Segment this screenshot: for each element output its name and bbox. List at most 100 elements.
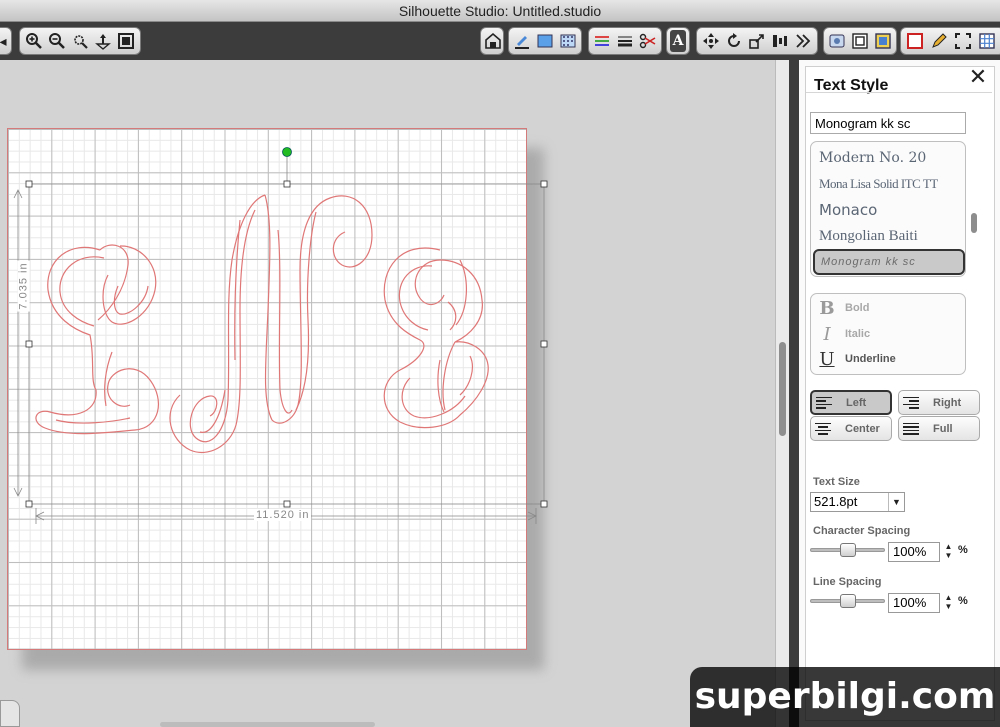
font-list-item-selected[interactable]: Monogram kk sc [813,249,965,275]
line-weight-icon[interactable] [615,30,636,52]
font-list[interactable]: Modern No. 20 Mona Lisa Solid ITC TT Mon… [810,141,966,277]
text-size-label: Text Size [813,476,860,488]
toolbar-group-text: A [666,27,690,55]
modify-icon[interactable] [827,30,848,52]
monogram-outline[interactable] [35,194,489,454]
offset-icon[interactable] [850,30,871,52]
toolbar-group-page [900,27,1000,55]
font-list-scrollbar[interactable] [970,141,979,277]
sketch-icon[interactable] [928,30,950,52]
toolbar-group-nav: ◂ [0,27,12,55]
page-tab[interactable] [0,700,20,727]
line-spacing-label: Line Spacing [813,576,882,588]
toolbar-group-fill [508,27,582,55]
rotate-icon[interactable] [723,30,744,52]
character-spacing-unit: % [958,544,968,556]
replicate-icon[interactable] [793,30,814,52]
zoom-in-icon[interactable] [23,30,44,52]
align-left-button[interactable]: Left [810,390,892,415]
line-color-icon[interactable] [512,30,533,52]
toolbar-group-transform [696,27,818,55]
grid-icon[interactable] [976,30,998,52]
resize-handle-tl[interactable] [25,180,33,188]
toolbar-group-zoom [19,27,141,55]
line-spacing-input[interactable]: 100% [888,593,940,613]
resize-handle-ml[interactable] [25,340,33,348]
toolbar-group-modify [823,27,897,55]
selection-box[interactable] [25,147,548,508]
character-spacing-stepper[interactable]: ▲ ▼ [944,542,953,562]
text-style-icon[interactable]: A [670,30,686,52]
resize-handle-tr[interactable] [540,180,548,188]
chevron-down-icon[interactable]: ▼ [888,493,904,511]
align-full-button[interactable]: Full [898,416,980,441]
character-spacing-input[interactable]: 100% [888,542,940,562]
resize-handle-tc[interactable] [283,180,291,188]
panel-divider [789,60,799,727]
back-arrow-icon[interactable]: ◂ [0,30,8,52]
toolbar-group-store [480,27,504,55]
align-full-icon [903,422,919,435]
font-list-scroll-thumb[interactable] [971,213,977,233]
align-right-button[interactable]: Right [898,390,980,415]
align-center-icon [815,422,831,435]
align-center-label: Center [845,422,880,435]
bold-label: Bold [845,302,870,314]
align-right-icon [903,396,919,409]
window-title: Silhouette Studio: Untitled.studio [398,3,602,19]
move-icon[interactable] [700,30,721,52]
align-right-label: Right [933,396,962,409]
resize-handle-bl[interactable] [25,500,33,508]
line-spacing-unit: % [958,595,968,607]
resize-handle-mr[interactable] [540,340,548,348]
font-list-item[interactable]: Mongolian Baiti [819,228,918,245]
page-setup-icon[interactable] [904,30,926,52]
canvas-horizontal-scrollbar[interactable] [160,722,375,727]
italic-icon: I [823,323,831,345]
font-search-input[interactable] [810,112,966,134]
canvas-vertical-scrollbar[interactable] [775,60,789,727]
resize-handle-br[interactable] [540,500,548,508]
close-panel-icon[interactable]: ✕ [967,66,989,88]
fill-color-icon[interactable] [535,30,556,52]
pan-icon[interactable] [93,30,114,52]
store-icon[interactable] [484,30,502,52]
align-center-button[interactable]: Center [810,416,892,441]
font-list-item[interactable]: Mona Lisa Solid ITC TT [819,176,938,192]
align-left-label: Left [846,396,867,409]
underline-option[interactable]: U Underline [819,348,896,370]
text-size-select[interactable]: 521.8pt ▼ [810,492,905,512]
font-list-item[interactable]: Modern No. 20 [819,150,926,166]
line-style-icon[interactable] [592,30,613,52]
underline-icon: U [819,348,835,370]
text-style-options: B Bold I Italic U Underline [810,293,966,375]
trace-icon[interactable] [872,30,893,52]
zoom-out-icon[interactable] [46,30,67,52]
font-list-item[interactable]: Monaco [819,201,877,219]
fill-pattern-icon[interactable] [557,30,578,52]
zoom-select-icon[interactable] [69,30,90,52]
bold-option[interactable]: B Bold [819,297,869,319]
bold-icon: B [819,297,835,319]
character-spacing-label: Character Spacing [813,525,911,537]
window-title-bar: Silhouette Studio: Untitled.studio [0,0,1000,22]
line-spacing-slider-knob[interactable] [840,594,856,608]
selection-artwork[interactable] [0,60,775,727]
line-spacing-stepper[interactable]: ▲ ▼ [944,593,953,613]
fit-page-icon[interactable] [116,30,137,52]
canvas-scroll-thumb[interactable] [779,342,786,436]
panel-title-divider [806,92,992,93]
align-objects-icon[interactable] [770,30,791,52]
toolbar-group-line [588,27,662,55]
scale-icon[interactable] [746,30,767,52]
rotate-handle[interactable] [282,147,292,157]
italic-label: Italic [845,328,871,340]
underline-label: Underline [845,353,896,365]
italic-option[interactable]: I Italic [819,323,870,345]
width-dimension-label: 11.520 in [254,509,312,521]
resize-handle-bc[interactable] [283,500,291,508]
character-spacing-slider-knob[interactable] [840,543,856,557]
main-toolbar: ◂ A [0,22,1000,60]
fullscreen-icon[interactable] [952,30,974,52]
cut-style-icon[interactable] [637,30,658,52]
